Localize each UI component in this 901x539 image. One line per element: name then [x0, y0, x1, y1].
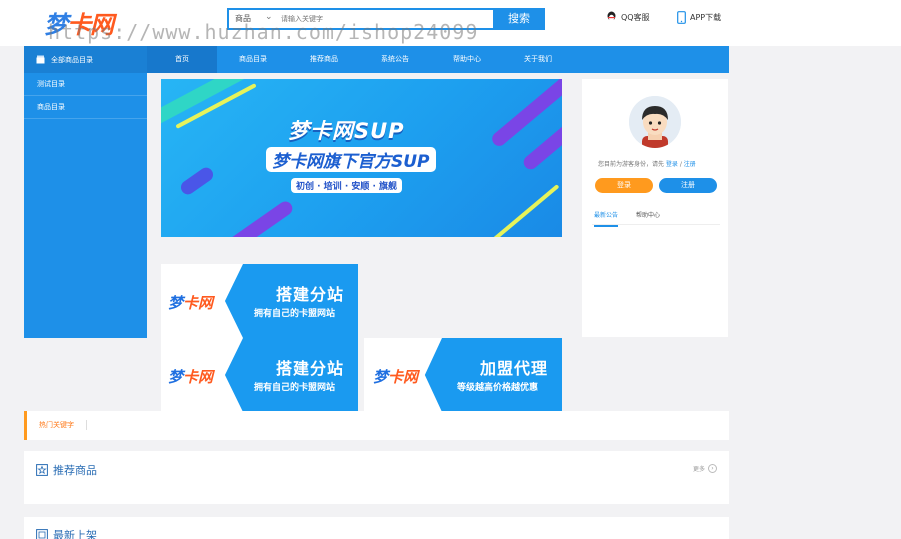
promo-subtitle: 拥有自己的卡盟网站 — [254, 309, 336, 319]
promo-logo: 梦卡网 — [168, 294, 214, 312]
recommended-title: 推荐商品 — [36, 462, 97, 478]
nav-recommended[interactable]: 推荐商品 — [289, 46, 359, 73]
promo-title: 搭建分站 — [276, 285, 345, 304]
app-label: APP下载 — [690, 13, 722, 22]
phone-icon — [677, 11, 686, 24]
top-header: 梦卡网 商品 ⌄ 搜索 QQ客服 APP下载 — [0, 0, 901, 46]
promo-title: 加盟代理 — [480, 359, 549, 378]
nav-about[interactable]: 关于我们 — [503, 46, 573, 73]
promo-banner-substation-1[interactable]: 梦卡网 搭建分站 拥有自己的卡盟网站 — [161, 264, 358, 338]
site-logo[interactable]: 梦卡网 — [44, 5, 114, 40]
login-link[interactable]: 登录 — [666, 161, 678, 168]
chevron-down-icon[interactable]: ⌄ — [265, 12, 273, 22]
banner-stripe — [196, 198, 296, 237]
login-button[interactable]: 登录 — [595, 178, 653, 193]
sidebar-item-test[interactable]: 测试目录 — [24, 73, 147, 96]
tab-help-center[interactable]: 帮助中心 — [636, 210, 660, 225]
search-button[interactable]: 搜索 — [493, 8, 545, 30]
more-label: 更多 — [692, 466, 705, 473]
all-categories-label: 全部商品目录 — [51, 55, 93, 64]
promo-logo: 梦卡网 — [373, 368, 419, 386]
chevron-right-icon: › — [708, 464, 717, 473]
nav-announcements[interactable]: 系统公告 — [360, 46, 430, 73]
penguin-icon — [607, 11, 616, 22]
sidebar-item-catalog[interactable]: 商品目录 — [24, 96, 147, 119]
nav-catalog[interactable]: 商品目录 — [218, 46, 288, 73]
tab-divider — [592, 224, 720, 225]
promo-subtitle: 等级越高价格越优惠 — [457, 383, 539, 393]
promo-subtitle: 拥有自己的卡盟网站 — [254, 383, 336, 393]
avatar — [629, 96, 681, 148]
category-sidebar: 测试目录 商品目录 — [24, 73, 147, 338]
hero-banner[interactable]: 梦卡网SUP 梦卡网旗下官方SUP 初创 · 培训 · 安顺 · 旗舰 — [161, 79, 562, 237]
promo-logo: 梦卡网 — [168, 368, 214, 386]
search-input[interactable] — [281, 12, 486, 26]
latest-title: 最新上架 — [36, 527, 97, 539]
promo-banner-agent[interactable]: 梦卡网 加盟代理 等级越高价格越优惠 — [364, 338, 562, 412]
app-download-link[interactable]: APP下载 — [677, 11, 721, 24]
latest-section: 最新上架 — [24, 517, 729, 539]
banner-title: 梦卡网SUP — [288, 119, 405, 143]
promo-title: 搭建分站 — [276, 359, 345, 378]
promo-banner-substation-2[interactable]: 梦卡网 搭建分站 拥有自己的卡盟网站 — [161, 338, 358, 412]
more-link[interactable]: 更多 › — [693, 464, 717, 473]
hot-keywords-bar: 热门关键字 — [24, 411, 729, 440]
qq-label: QQ客服 — [621, 12, 650, 22]
register-link[interactable]: 注册 — [684, 161, 696, 168]
shop-icon — [36, 55, 45, 64]
qq-service-link[interactable]: QQ客服 — [606, 11, 650, 23]
search-bar: 商品 ⌄ 搜索 — [227, 8, 545, 30]
banner-stripe — [161, 79, 258, 129]
search-scope-select[interactable]: 商品 — [235, 13, 251, 24]
recommended-section: 推荐商品 更多 › — [24, 451, 729, 504]
user-panel: 您目前为游客身份，请先 登录 / 注册 登录 注册 最新公告 帮助中心 — [582, 79, 728, 337]
nav-home[interactable]: 首页 — [147, 46, 217, 73]
all-categories-button[interactable]: 全部商品目录 — [24, 46, 147, 73]
hot-keywords-label: 热门关键字 — [39, 420, 87, 430]
banner-subtitle: 梦卡网旗下官方SUP — [266, 147, 436, 172]
main-nav: 全部商品目录 首页 商品目录 推荐商品 系统公告 帮助中心 关于我们 — [24, 46, 729, 73]
welcome-text: 您目前为游客身份，请先 登录 / 注册 — [598, 161, 696, 168]
new-box-icon — [36, 529, 48, 539]
star-box-icon — [36, 464, 48, 476]
nav-help[interactable]: 帮助中心 — [432, 46, 502, 73]
banner-tags: 初创 · 培训 · 安顺 · 旗舰 — [291, 178, 403, 193]
banner-stripe — [472, 184, 560, 237]
register-button[interactable]: 注册 — [659, 178, 717, 193]
banner-stripe — [178, 164, 216, 198]
